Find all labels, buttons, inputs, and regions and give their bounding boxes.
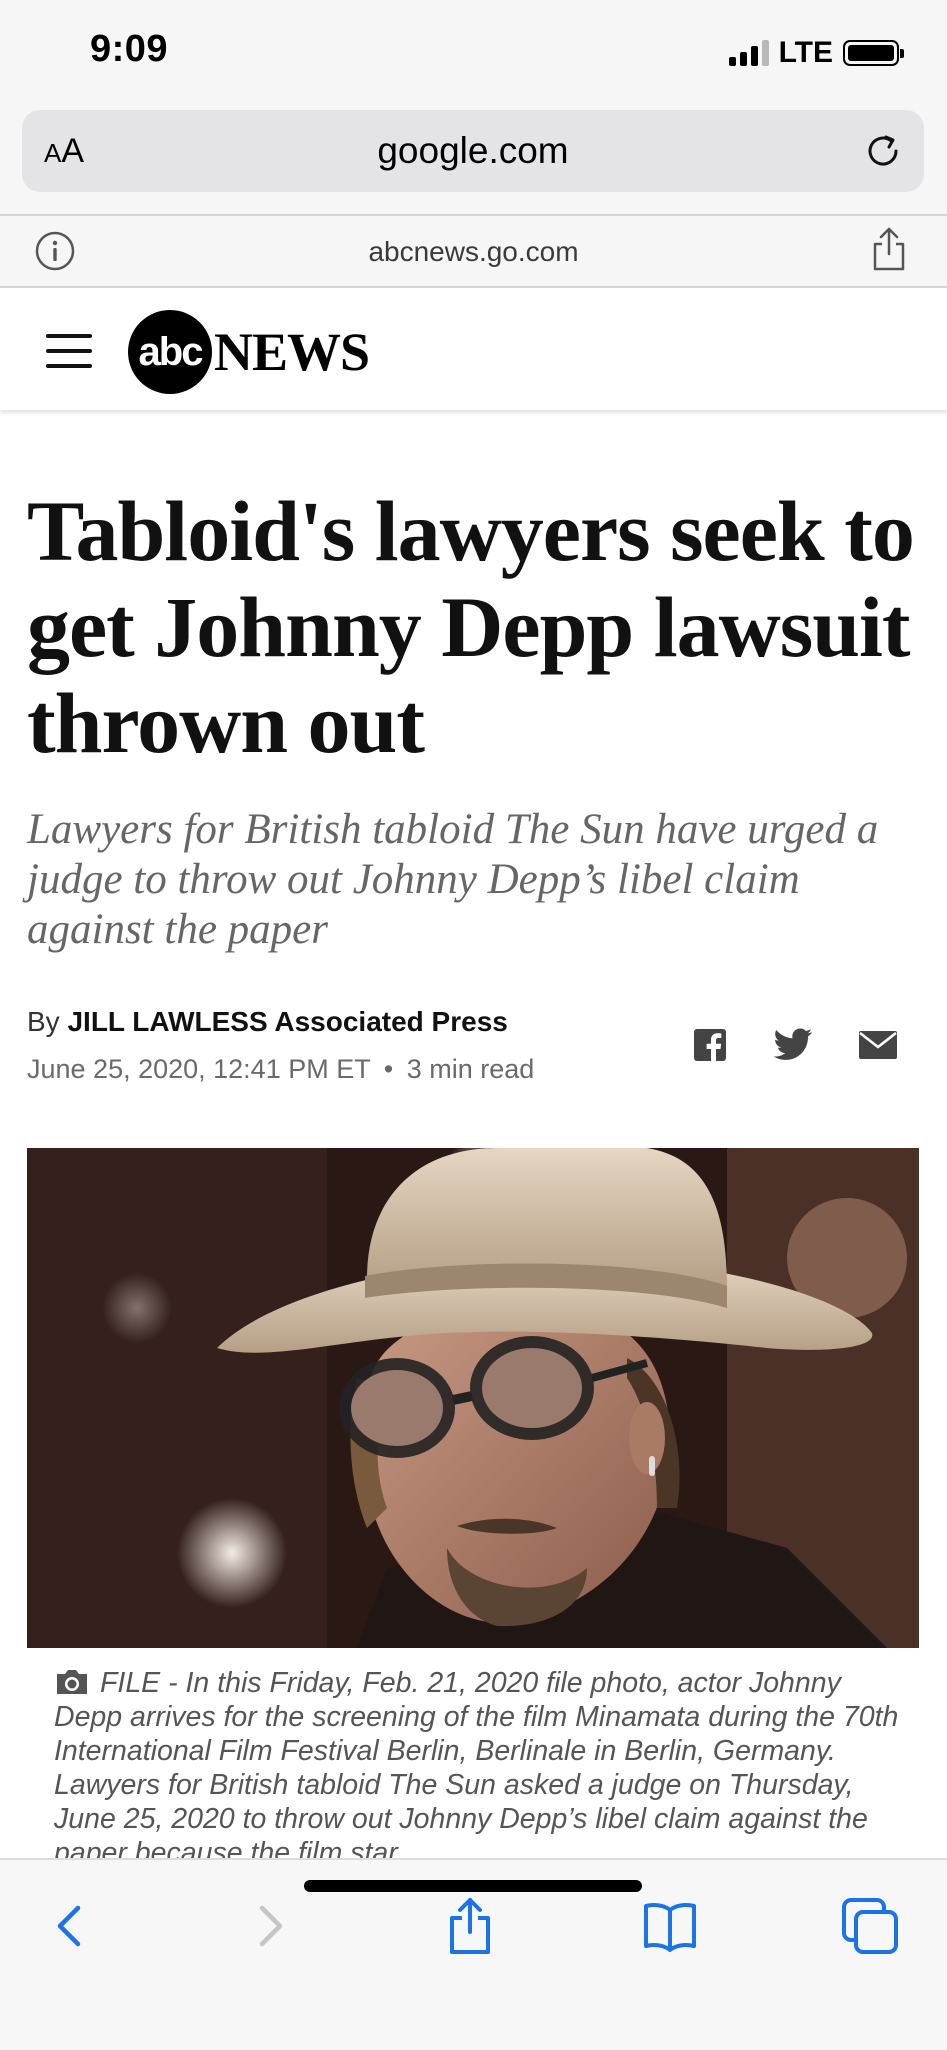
byline-prefix: By	[27, 1006, 60, 1037]
bookmarks-icon[interactable]	[640, 1896, 700, 1956]
status-indicators: LTE	[728, 34, 904, 72]
logo-abc: abc	[128, 310, 212, 394]
reload-icon[interactable]	[860, 128, 906, 174]
signal-strength-icon	[728, 40, 769, 66]
home-indicator[interactable]	[304, 1880, 642, 1892]
menu-icon[interactable]	[46, 334, 92, 368]
read-time: 3 min read	[406, 1054, 535, 1084]
network-type: LTE	[778, 36, 833, 69]
battery-full-icon	[843, 40, 904, 66]
author-name[interactable]: JILL LAWLESS Associated Press	[67, 1006, 507, 1037]
article-headline: Tabloid's lawyers seek to get Johnny Dep…	[27, 483, 915, 771]
email-icon[interactable]	[859, 1031, 897, 1059]
photo-caption-text: FILE - In this Friday, Feb. 21, 2020 fil…	[54, 1667, 899, 1858]
share-icon[interactable]	[871, 226, 907, 272]
twitter-icon[interactable]	[773, 1028, 813, 1062]
facebook-icon[interactable]	[693, 1028, 727, 1062]
site-info-bar: abcnews.go.com	[0, 216, 947, 286]
tabs-icon[interactable]	[840, 1896, 900, 1956]
web-page: abc NEWS Tabloid's lawyers seek to get J…	[0, 288, 947, 1858]
separator: •	[383, 1054, 394, 1084]
photo-caption: FILE - In this Friday, Feb. 21, 2020 fil…	[54, 1666, 904, 1858]
status-time: 9:09	[90, 28, 169, 70]
logo-news: NEWS	[214, 322, 370, 382]
forward-icon[interactable]	[240, 1896, 300, 1956]
share-icons	[693, 1028, 897, 1062]
publish-date: June 25, 2020, 12:41 PM ET	[27, 1054, 371, 1084]
address-bar[interactable]: AA google.com	[22, 110, 924, 192]
hero-photo[interactable]	[27, 1148, 919, 1648]
abc-news-logo[interactable]: abc NEWS	[128, 310, 370, 394]
site-hostname: abcnews.go.com	[368, 236, 579, 267]
dateline: June 25, 2020, 12:41 PM ET • 3 min read	[27, 1054, 534, 1085]
hero-photo-illustration	[27, 1148, 919, 1648]
back-icon[interactable]	[40, 1896, 100, 1956]
share-icon[interactable]	[440, 1896, 500, 1956]
url-text[interactable]: google.com	[22, 130, 924, 172]
article-dek: Lawyers for British tabloid The Sun have…	[27, 806, 879, 953]
site-header: abc NEWS	[0, 288, 947, 410]
status-bar: 9:09 LTE	[0, 0, 947, 100]
camera-icon	[57, 1670, 87, 1694]
byline: By JILL LAWLESS Associated Press	[27, 1006, 508, 1038]
